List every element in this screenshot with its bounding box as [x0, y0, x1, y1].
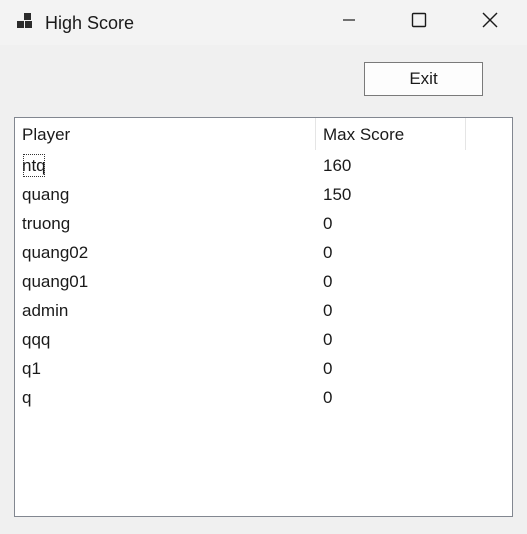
high-score-window: High Score Exit Player Max Score ntq 160… — [0, 0, 527, 534]
table-row[interactable]: admin 0 — [15, 296, 512, 325]
high-score-list[interactable]: Player Max Score ntq 160 quang 150 truon… — [14, 117, 513, 517]
exit-button[interactable]: Exit — [364, 62, 483, 96]
table-row[interactable]: q 0 — [15, 383, 512, 412]
score-cell: 0 — [323, 214, 333, 233]
table-row[interactable]: qqq 0 — [15, 325, 512, 354]
player-cell: quang — [22, 185, 70, 204]
minimize-button[interactable] — [316, 0, 382, 45]
table-row[interactable]: q1 0 — [15, 354, 512, 383]
player-cell: qqq — [22, 330, 51, 349]
player-cell: truong — [22, 214, 71, 233]
score-cell: 0 — [323, 359, 333, 378]
exit-button-label: Exit — [409, 69, 438, 88]
window-title: High Score — [45, 13, 135, 33]
player-cell: quang02 — [22, 243, 89, 262]
player-cell: admin — [22, 301, 69, 320]
table-row[interactable]: quang01 0 — [15, 267, 512, 296]
score-cell: 150 — [323, 185, 352, 204]
player-cell: q1 — [22, 359, 41, 378]
table-row[interactable]: truong 0 — [15, 209, 512, 238]
close-icon — [482, 12, 498, 33]
score-cell: 0 — [323, 272, 333, 291]
score-cell: 160 — [323, 156, 352, 175]
maximize-button[interactable] — [386, 0, 452, 45]
score-cell: 0 — [323, 330, 333, 349]
player-cell: q — [22, 388, 32, 407]
table-row[interactable]: quang 150 — [15, 180, 512, 209]
maximize-icon — [411, 12, 427, 33]
score-cell: 0 — [323, 388, 333, 407]
close-button[interactable] — [457, 0, 523, 45]
table-row[interactable]: quang02 0 — [15, 238, 512, 267]
minimize-icon — [342, 13, 356, 32]
column-header-player[interactable]: Player — [15, 118, 316, 150]
title-bar[interactable]: High Score — [0, 0, 527, 45]
score-cell: 0 — [323, 243, 333, 262]
table-row[interactable]: ntq 160 — [15, 151, 512, 180]
score-cell: 0 — [323, 301, 333, 320]
column-header-max-score[interactable]: Max Score — [316, 118, 466, 150]
app-grid-icon — [16, 12, 36, 32]
player-cell: ntq — [20, 151, 48, 180]
player-cell: quang01 — [22, 272, 89, 291]
list-header: Player Max Score — [15, 118, 512, 150]
